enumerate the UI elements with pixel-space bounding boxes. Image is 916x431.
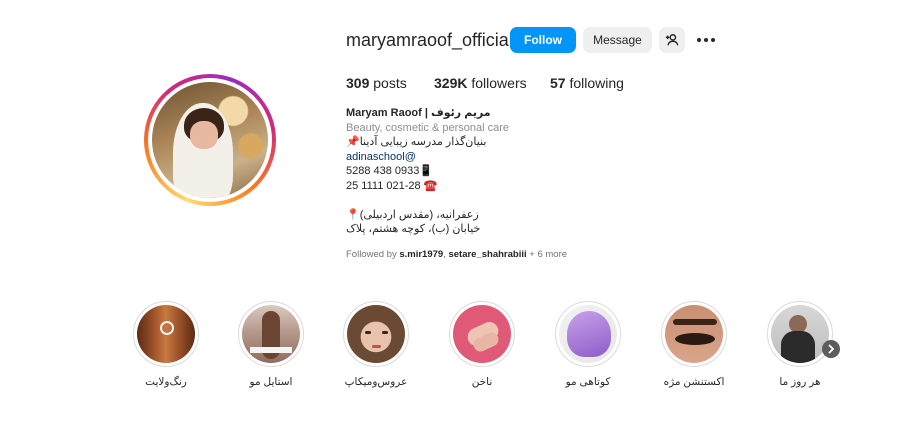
follow-button[interactable]: Follow	[510, 27, 576, 53]
highlight-label: ناخن	[471, 376, 493, 388]
highlight-label: رنگ‌ولایت	[145, 376, 187, 388]
highlight-item[interactable]: رنگ‌ولایت	[131, 301, 201, 388]
following-count[interactable]: 57 following	[550, 75, 624, 91]
posts-count: 309 posts	[346, 75, 407, 91]
bio-phone: 25 1111 021-28 ☎️	[346, 180, 438, 192]
bio-phone: 5288 438 0933📱	[346, 165, 434, 177]
highlight-item[interactable]: ناخن	[447, 301, 517, 388]
chevron-right-icon[interactable]	[822, 340, 840, 358]
highlight-cover	[559, 305, 617, 363]
highlight-item[interactable]: عروس‌ومیکاپ	[341, 301, 411, 388]
highlight-label: عروس‌ومیکاپ	[344, 376, 408, 388]
highlight-cover	[453, 305, 511, 363]
highlight-label: اکستنشن مژه	[663, 376, 725, 388]
message-button[interactable]: Message	[583, 27, 652, 53]
highlight-cover	[137, 305, 195, 363]
highlight-item[interactable]: اکستنشن مژه	[659, 301, 729, 388]
bio-address: خیابان (ب)، کوچه هشتم، پلاک	[346, 223, 481, 235]
highlight-cover	[242, 305, 300, 363]
bio-address: 📍زعفرانیه، (مقدس اردبیلی)	[346, 209, 479, 221]
add-user-icon	[665, 34, 679, 46]
highlight-label: کوتاهی مو	[565, 376, 611, 388]
followers-count[interactable]: 329K followers	[434, 75, 527, 91]
avatar-image	[152, 82, 268, 198]
profile-avatar[interactable]	[144, 74, 276, 206]
profile-username: maryamraoof_official	[346, 30, 513, 50]
highlight-cover	[665, 305, 723, 363]
followed-by[interactable]: Followed by s.mir1979, setare_shahrabiii…	[346, 249, 567, 260]
suggested-accounts-button[interactable]	[659, 27, 685, 53]
highlight-label: هر روز ما	[779, 376, 821, 388]
highlight-label: استایل مو	[249, 376, 293, 388]
highlight-cover	[771, 305, 829, 363]
bio-line: 📌بنیان‌گذار مدرسه زیبایی آدینا	[346, 136, 487, 148]
bio-mention-link[interactable]: adinaschool@	[346, 150, 416, 165]
more-options-icon[interactable]	[695, 29, 717, 51]
profile-full-name: Maryam Raoof | مریم رئوف	[346, 107, 491, 119]
highlight-item[interactable]: کوتاهی مو	[553, 301, 623, 388]
profile-category: Beauty, cosmetic & personal care	[346, 122, 510, 134]
highlight-cover	[347, 305, 405, 363]
highlight-item[interactable]: استایل مو	[236, 301, 306, 388]
